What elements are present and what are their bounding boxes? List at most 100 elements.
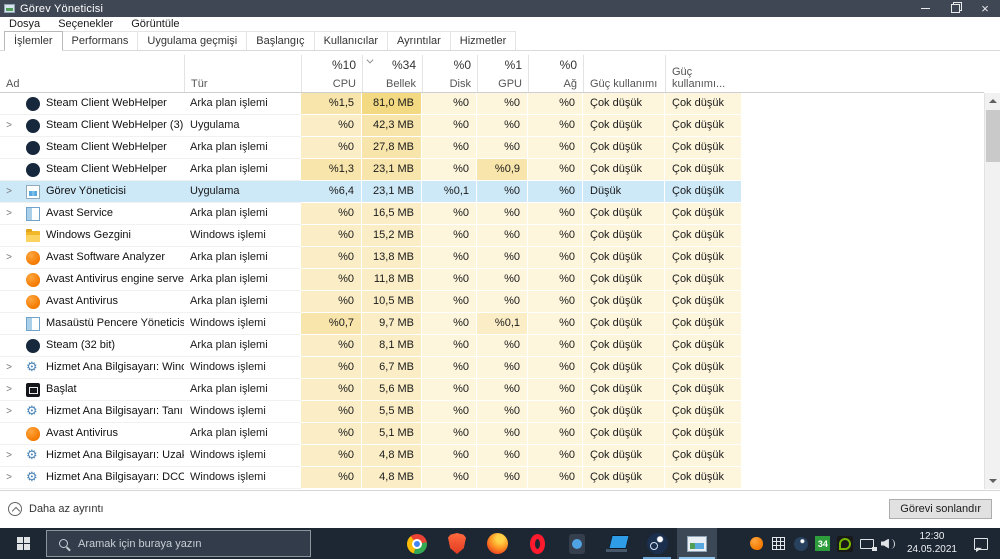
temp-glyph: 34	[815, 536, 831, 551]
cell-mem: 11,8 MB	[362, 269, 422, 291]
expand-chevron-icon[interactable]: >	[0, 467, 18, 488]
taskbar: Aramak için buraya yazın 34 12:30 24.05.20…	[0, 528, 1000, 559]
taskbar-search-input[interactable]: Aramak için buraya yazın	[46, 530, 311, 557]
cell-disk: %0	[422, 357, 477, 379]
tray-volume-icon[interactable]	[878, 528, 900, 559]
taskbar-clock[interactable]: 12:30 24.05.2021	[900, 531, 966, 556]
process-name-cell: > Başlat	[0, 379, 184, 401]
process-name-cell: > Hizmet Ana Bilgisayarı: Tanı İlke...	[0, 401, 184, 423]
cell-ptrend: Çok düşük	[665, 247, 742, 269]
taskbar-app-brave[interactable]	[437, 528, 477, 559]
tray-nvidia-icon[interactable]	[834, 528, 856, 559]
column-header-net[interactable]: %0 Ağ	[528, 55, 583, 92]
scrollbar-up-arrow-icon[interactable]	[985, 93, 1000, 109]
process-row[interactable]: > Hizmet Ana Bilgisayarı: DCOM S...Window…	[0, 467, 984, 489]
cell-gpu: %0,9	[477, 159, 528, 181]
process-row[interactable]: Steam (32 bit) Arka plan işlemi %0 8,1 MB %0…	[0, 335, 984, 357]
column-header-ad[interactable]: Ad	[0, 55, 184, 92]
taskbar-app-genericapp[interactable]	[557, 528, 597, 559]
process-name: Masaüstü Pencere Yöneticisi	[46, 317, 184, 329]
tab-ayrıntılar[interactable]: Ayrıntılar	[386, 31, 451, 50]
tab-başlangıç[interactable]: Başlangıç	[246, 31, 315, 50]
column-header-gpu[interactable]: %1 GPU	[477, 55, 528, 92]
process-row[interactable]: Steam Client WebHelper Arka plan işlemi %1…	[0, 159, 984, 181]
tray-temp-icon[interactable]: 34	[812, 528, 834, 559]
column-label: Ad	[6, 78, 20, 90]
taskbar-app-laptop[interactable]	[597, 528, 637, 559]
gear-icon	[26, 404, 40, 419]
cell-net: %0	[528, 445, 583, 467]
column-header-power[interactable]: Güç kullanımı	[583, 55, 665, 92]
process-name: Steam Client WebHelper	[46, 163, 167, 175]
process-row[interactable]: > Hizmet Ana Bilgisayarı: Window...Window…	[0, 357, 984, 379]
cell-gpu: %0	[477, 291, 528, 313]
expand-chevron-icon[interactable]: >	[0, 115, 18, 136]
expand-chevron-icon[interactable]: >	[0, 357, 18, 378]
taskbar-app-taskmgr[interactable]	[677, 528, 717, 559]
column-header-tur[interactable]: Tür	[184, 55, 301, 92]
end-task-button[interactable]: Görevi sonlandır	[889, 499, 992, 519]
process-row[interactable]: Avast Antivirus Arka plan işlemi %0 10,5 MB…	[0, 291, 984, 313]
column-usage-value: %34	[391, 58, 416, 72]
cell-mem: 81,0 MB	[362, 93, 422, 115]
maximize-button[interactable]	[940, 0, 970, 17]
scrollbar-thumb[interactable]	[986, 110, 1000, 162]
expand-chevron-icon[interactable]: >	[0, 401, 18, 422]
column-header-disk[interactable]: %0 Disk	[422, 55, 477, 92]
process-row[interactable]: > Görev Yöneticisi Uygulama %6,4 23,1 MB %0,1…	[0, 181, 984, 203]
menu-item-seçenekler[interactable]: Seçenekler	[49, 18, 122, 30]
taskbar-app-opera[interactable]	[517, 528, 557, 559]
cell-mem: 5,1 MB	[362, 423, 422, 445]
menu-item-dosya[interactable]: Dosya	[0, 18, 49, 30]
process-row[interactable]: > Hizmet Ana Bilgisayarı: Uzaktan ...Wind…	[0, 445, 984, 467]
tray-grid-icon[interactable]	[768, 528, 790, 559]
taskbar-app-firefox[interactable]	[477, 528, 517, 559]
tray-avast-icon[interactable]	[746, 528, 768, 559]
column-header-cpu[interactable]: %10 CPU	[301, 55, 362, 92]
taskbar-app-chrome[interactable]	[397, 528, 437, 559]
expand-chevron-icon[interactable]: >	[0, 379, 18, 400]
expand-chevron-icon[interactable]: >	[0, 203, 18, 224]
column-label: Disk	[449, 78, 471, 90]
cell-disk: %0	[422, 423, 477, 445]
start-button[interactable]	[0, 528, 46, 559]
process-row[interactable]: > Hizmet Ana Bilgisayarı: Tanı İlke...Win…	[0, 401, 984, 423]
expand-chevron-icon[interactable]: >	[0, 247, 18, 268]
process-row[interactable]: > Steam Client WebHelper (3) Uygulama %0 42,…	[0, 115, 984, 137]
column-header-mem[interactable]: %34 Bellek	[362, 55, 422, 92]
process-row[interactable]: > Başlat Arka plan işlemi %0 5,6 MB %0 %0 %0 Çok…	[0, 379, 984, 401]
process-name-cell: Steam Client WebHelper	[0, 93, 184, 115]
process-row[interactable]: Avast Antivirus Arka plan işlemi %0 5,1 MB%…	[0, 423, 984, 445]
cell-power: Çok düşük	[583, 247, 665, 269]
expand-chevron-icon[interactable]: >	[0, 181, 18, 202]
taskbar-app-steam[interactable]	[637, 528, 677, 559]
tab-performans[interactable]: Performans	[61, 31, 139, 50]
scrollbar-down-arrow-icon[interactable]	[985, 473, 1000, 489]
tab-hizmetler[interactable]: Hizmetler	[449, 31, 517, 50]
tab-kullanıcılar[interactable]: Kullanıcılar	[313, 31, 388, 50]
cell-power: Çok düşük	[583, 357, 665, 379]
process-row[interactable]: Avast Antivirus engine server Arka plan i…	[0, 269, 984, 291]
menu-item-görüntüle[interactable]: Görüntüle	[122, 18, 188, 30]
tray-display-icon[interactable]	[856, 528, 878, 559]
tray-steam-icon[interactable]	[790, 528, 812, 559]
process-row[interactable]: Steam Client WebHelper Arka plan işlemi %1…	[0, 93, 984, 115]
action-center-icon[interactable]	[974, 537, 988, 550]
minimize-button[interactable]	[910, 0, 940, 17]
cell-net: %0	[528, 115, 583, 137]
less-details-toggle[interactable]: Daha az ayrıntı	[8, 502, 104, 516]
process-row[interactable]: Masaüstü Pencere Yöneticisi Windows işlem…	[0, 313, 984, 335]
process-row[interactable]: > Avast Software Analyzer Arka plan işlemi…	[0, 247, 984, 269]
tab-i̇şlemler[interactable]: İşlemler	[4, 31, 63, 51]
process-name-cell: > Görev Yöneticisi	[0, 181, 184, 203]
tab-uygulama-geçmişi[interactable]: Uygulama geçmişi	[137, 31, 248, 50]
close-button[interactable]: ×	[970, 0, 1000, 17]
scrollbar[interactable]	[984, 93, 1000, 489]
cell-gpu: %0,1	[477, 313, 528, 335]
process-row[interactable]: Windows Gezgini Windows işlemi %0 15,2 MB %0…	[0, 225, 984, 247]
cell-cpu: %0	[301, 291, 362, 313]
expand-chevron-icon[interactable]: >	[0, 445, 18, 466]
process-row[interactable]: > Avast Service Arka plan işlemi %0 16,5 MB%…	[0, 203, 984, 225]
process-row[interactable]: Steam Client WebHelper Arka plan işlemi %0…	[0, 137, 984, 159]
column-header-ptrend[interactable]: Güç kullanımı...	[665, 55, 742, 92]
